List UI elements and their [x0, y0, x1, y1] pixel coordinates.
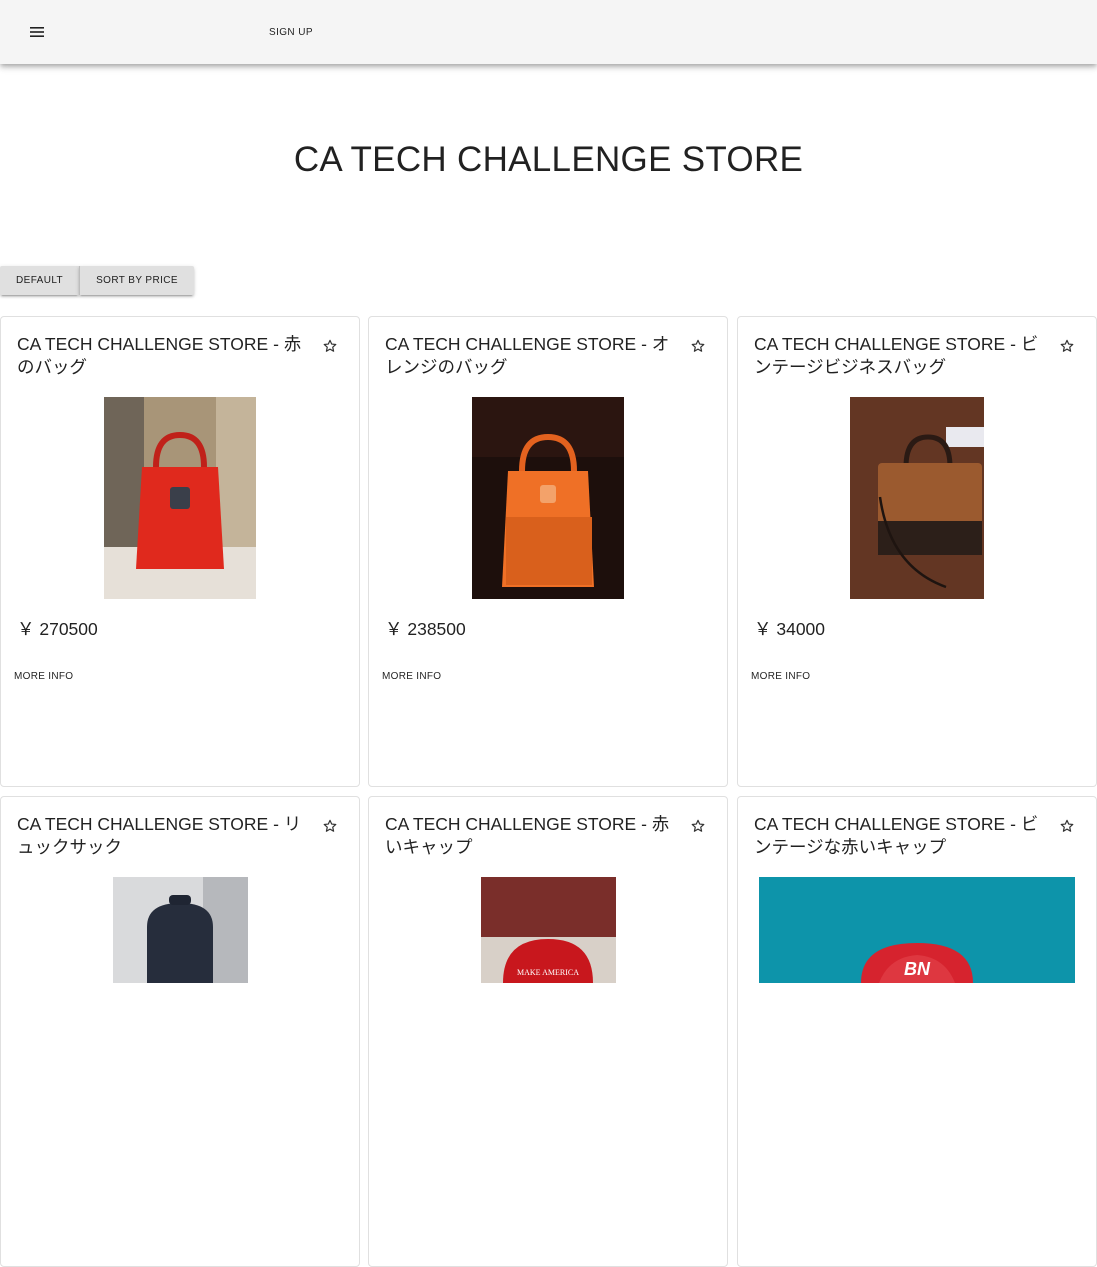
favorite-button[interactable] — [688, 816, 708, 836]
product-title: CA TECH CHALLENGE STORE - 赤のバッグ — [17, 334, 302, 377]
product-title: CA TECH CHALLENGE STORE - オレンジのバッグ — [385, 334, 670, 377]
product-title: CA TECH CHALLENGE STORE - リュックサック — [17, 814, 302, 857]
favorite-button[interactable] — [320, 816, 340, 836]
product-title: CA TECH CHALLENGE STORE - 赤いキャップ — [385, 814, 670, 857]
product-price: ￥ 270500 — [17, 619, 98, 639]
star-outline-icon — [691, 819, 705, 832]
app-bar: SIGN UP — [0, 0, 1097, 64]
product-price: ￥ 34000 — [754, 619, 826, 639]
favorite-button[interactable] — [320, 336, 340, 356]
favorite-button[interactable] — [1057, 336, 1077, 356]
page-title: CA TECH CHALLENGE STORE — [293, 140, 804, 179]
menu-icon — [30, 27, 44, 37]
product-image-backpack — [112, 877, 248, 983]
star-outline-icon — [323, 339, 337, 352]
product-title: CA TECH CHALLENGE STORE - ビンテージビジネスバッグ — [754, 334, 1039, 377]
product-price: ￥ 238500 — [385, 619, 466, 639]
product-title: CA TECH CHALLENGE STORE - ビンテージな赤いキャップ — [754, 814, 1039, 857]
product-card: CA TECH CHALLENGE STORE - ビンテージな赤いキャップ B… — [737, 796, 1097, 1267]
product-card: CA TECH CHALLENGE STORE - オレンジのバッグ ￥ 238… — [368, 316, 728, 787]
favorite-button[interactable] — [688, 336, 708, 356]
product-card: CA TECH CHALLENGE STORE - ビンテージビジネスバッグ ￥… — [737, 316, 1097, 787]
more-info-button[interactable]: MORE INFO — [374, 665, 449, 687]
sort-button-group: DEFAULT SORT BY PRICE — [0, 266, 194, 295]
sort-by-price-button[interactable]: SORT BY PRICE — [79, 266, 194, 295]
star-outline-icon — [323, 819, 337, 832]
sign-up-button[interactable]: SIGN UP — [257, 18, 325, 46]
product-image-red-bag — [104, 397, 256, 599]
favorite-button[interactable] — [1057, 816, 1077, 836]
star-outline-icon — [691, 339, 705, 352]
cap-print-text: MAKE AMERICA — [516, 968, 578, 977]
more-info-button[interactable]: MORE INFO — [743, 665, 818, 687]
product-card: CA TECH CHALLENGE STORE - 赤いキャップ MAKE AM… — [368, 796, 728, 1267]
product-image-red-cap: MAKE AMERICA — [480, 877, 616, 983]
star-outline-icon — [1060, 819, 1074, 832]
cap-logo-text: BN — [904, 959, 931, 979]
more-info-button[interactable]: MORE INFO — [6, 665, 81, 687]
product-image-vintage-red-cap: BN — [759, 877, 1075, 983]
product-image-orange-bag — [472, 397, 624, 599]
star-outline-icon — [1060, 339, 1074, 352]
sort-default-button[interactable]: DEFAULT — [0, 266, 80, 295]
product-card: CA TECH CHALLENGE STORE - 赤のバッグ ￥ 270500… — [0, 316, 360, 787]
product-card: CA TECH CHALLENGE STORE - リュックサック — [0, 796, 360, 1267]
product-image-vintage-business-bag — [850, 397, 984, 599]
menu-button[interactable] — [25, 20, 49, 44]
